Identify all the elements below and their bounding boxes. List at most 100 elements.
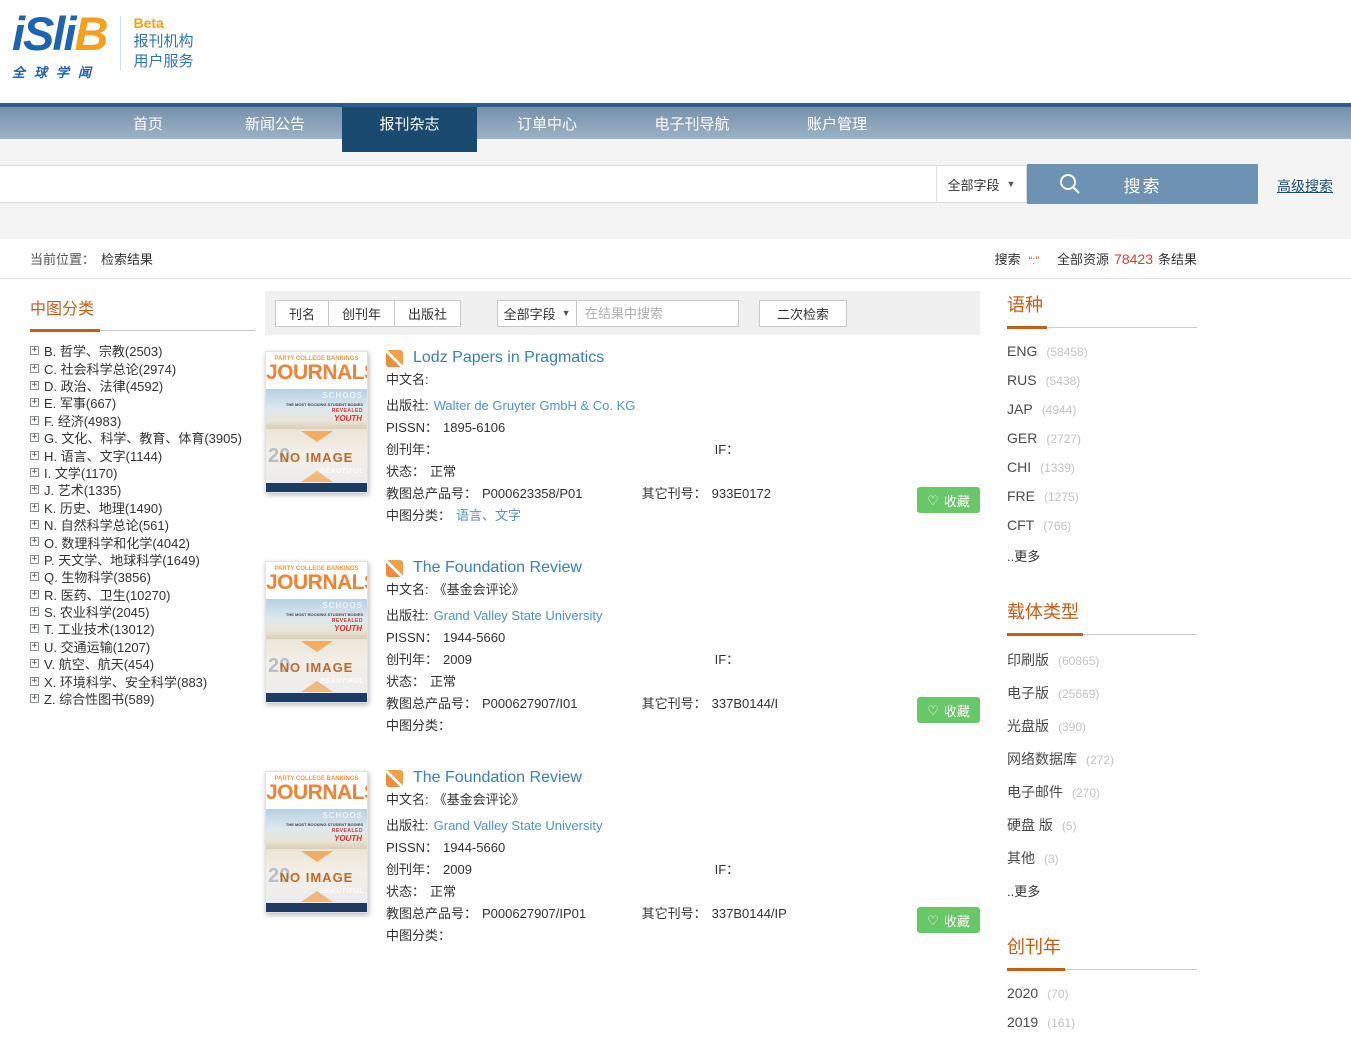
- facet-item[interactable]: 印刷版 (60865): [1007, 650, 1197, 670]
- facet-item[interactable]: ENG (58458): [1007, 343, 1197, 359]
- tree-expand-icon[interactable]: +: [30, 555, 39, 564]
- tree-expand-icon[interactable]: +: [30, 485, 39, 494]
- facet-more-link[interactable]: ..更多: [1007, 881, 1197, 900]
- clc-category-item[interactable]: + J. 艺术(1335): [30, 481, 255, 498]
- facet-item[interactable]: CHI (1339): [1007, 459, 1197, 475]
- site-logo[interactable]: iSliB 全球学闻: [12, 8, 106, 81]
- facet-item[interactable]: RUS (5438): [1007, 372, 1197, 388]
- clc-category-item[interactable]: + U. 交通运输(1207): [30, 638, 255, 655]
- facet-item[interactable]: 光盘版 (390): [1007, 716, 1197, 736]
- cover-text-schoos: SCHOOS: [322, 811, 363, 820]
- tree-expand-icon[interactable]: +: [30, 624, 39, 633]
- tagline-line1: 报刊机构: [133, 32, 193, 52]
- clc-category-item[interactable]: + P. 天文学、地球科学(1649): [30, 551, 255, 568]
- tree-expand-icon[interactable]: +: [30, 572, 39, 581]
- search-button[interactable]: 搜索: [1027, 164, 1258, 204]
- journal-cover-placeholder[interactable]: PARTY COLLEGE BANKINGS JOURNALS SCHOOS T…: [265, 771, 368, 913]
- publisher-link[interactable]: Grand Valley State University: [434, 608, 603, 623]
- clc-category-item[interactable]: + X. 环境科学、安全科学(883): [30, 672, 255, 689]
- facet-item[interactable]: FRE (1275): [1007, 488, 1197, 504]
- field-label: 中图分类：: [386, 508, 451, 523]
- main-nav: 首页新闻公告报刊杂志订单中心电子刊导航账户管理: [0, 103, 1351, 139]
- tree-expand-icon[interactable]: +: [30, 468, 39, 477]
- clc-category-item[interactable]: + E. 军事(667): [30, 394, 255, 411]
- advanced-search-link[interactable]: 高级搜索: [1277, 176, 1333, 196]
- nav-tab[interactable]: 账户管理: [767, 107, 907, 143]
- clc-category-item[interactable]: + B. 哲学、宗教(2503): [30, 342, 255, 359]
- refine-search-button[interactable]: 二次检索: [759, 300, 847, 327]
- clc-link[interactable]: 语言、文字: [456, 508, 521, 523]
- tree-expand-icon[interactable]: +: [30, 451, 39, 460]
- tree-expand-icon[interactable]: +: [30, 537, 39, 546]
- tree-expand-icon[interactable]: +: [30, 590, 39, 599]
- clc-category-item[interactable]: + Q. 生物科学(3856): [30, 568, 255, 585]
- tree-expand-icon[interactable]: +: [30, 520, 39, 529]
- facet-item[interactable]: 2020 (70): [1007, 985, 1197, 1001]
- clc-category-item[interactable]: + H. 语言、文字(1144): [30, 446, 255, 463]
- facet-item[interactable]: 网络数据库 (272): [1007, 749, 1197, 769]
- nav-tab[interactable]: 报刊杂志: [342, 107, 477, 152]
- tree-expand-icon[interactable]: +: [30, 607, 39, 616]
- clc-category-item[interactable]: + D. 政治、法律(4592): [30, 377, 255, 394]
- facet-more-link[interactable]: ..更多: [1007, 546, 1197, 565]
- facet-item[interactable]: CFT (766): [1007, 517, 1197, 533]
- search-field-select[interactable]: 全部字段 ▼: [936, 166, 1026, 202]
- facet-item[interactable]: 电子版 (25669): [1007, 683, 1197, 703]
- tree-expand-icon[interactable]: +: [30, 694, 39, 703]
- nav-tab[interactable]: 首页: [88, 107, 208, 143]
- clc-category-item[interactable]: + I. 文学(1170): [30, 464, 255, 481]
- clc-category-item[interactable]: + Z. 综合性图书(589): [30, 690, 255, 707]
- refine-field-select[interactable]: 全部字段 ▼: [497, 300, 577, 327]
- tree-expand-icon[interactable]: +: [30, 364, 39, 373]
- clc-category-item[interactable]: + R. 医药、卫生(10270): [30, 585, 255, 602]
- facet-item[interactable]: GER (2727): [1007, 430, 1197, 446]
- tree-expand-icon[interactable]: +: [30, 642, 39, 651]
- sort-by-year-button[interactable]: 创刊年: [328, 300, 395, 327]
- clc-category-item[interactable]: + V. 航空、航天(454): [30, 655, 255, 672]
- favorite-button[interactable]: ♡ 收藏: [917, 487, 980, 513]
- clc-category-item[interactable]: + N. 自然科学总论(561): [30, 516, 255, 533]
- sort-by-publisher-button[interactable]: 出版社: [394, 300, 461, 327]
- tree-expand-icon[interactable]: +: [30, 416, 39, 425]
- tree-expand-icon[interactable]: +: [30, 503, 39, 512]
- clc-category-label: N. 自然科学总论(561): [44, 515, 169, 534]
- tree-expand-icon[interactable]: +: [30, 433, 39, 442]
- nav-tab[interactable]: 新闻公告: [208, 107, 342, 143]
- facet-item[interactable]: 硬盘 版 (5): [1007, 815, 1197, 835]
- nav-tab[interactable]: 订单中心: [477, 107, 617, 143]
- tree-expand-icon[interactable]: +: [30, 677, 39, 686]
- refine-search-input[interactable]: [577, 300, 739, 327]
- tree-expand-icon[interactable]: +: [30, 381, 39, 390]
- search-input[interactable]: [0, 166, 936, 202]
- clc-category-item[interactable]: + T. 工业技术(13012): [30, 620, 255, 637]
- journal-title-link[interactable]: The Foundation Review: [413, 769, 582, 787]
- facet-item[interactable]: 电子邮件 (270): [1007, 782, 1197, 802]
- clc-category-item[interactable]: + K. 历史、地理(1490): [30, 499, 255, 516]
- tree-expand-icon[interactable]: +: [30, 659, 39, 668]
- clc-category-item[interactable]: + G. 文化、科学、教育、体育(3905): [30, 429, 255, 446]
- favorite-button[interactable]: ♡ 收藏: [917, 697, 980, 723]
- field-label: PISSN：: [386, 630, 438, 645]
- journal-cover-placeholder[interactable]: PARTY COLLEGE BANKINGS JOURNALS SCHOOS T…: [265, 561, 368, 703]
- field-value: 933E0172: [712, 486, 771, 501]
- sort-by-title-button[interactable]: 刊名: [275, 300, 329, 327]
- clc-category-item[interactable]: + S. 农业科学(2045): [30, 603, 255, 620]
- clc-category-item[interactable]: + F. 经济(4983): [30, 412, 255, 429]
- facet-item[interactable]: JAP (4944): [1007, 401, 1197, 417]
- facet-item[interactable]: 其他 (3): [1007, 848, 1197, 868]
- cover-text-journals: JOURNALS: [266, 362, 367, 384]
- journal-title-link[interactable]: The Foundation Review: [413, 559, 582, 577]
- publisher-link[interactable]: Walter de Gruyter GmbH & Co. KG: [434, 398, 636, 413]
- favorite-button[interactable]: ♡ 收藏: [917, 907, 980, 933]
- tree-expand-icon[interactable]: +: [30, 346, 39, 355]
- journal-title-link[interactable]: Lodz Papers in Pragmatics: [413, 349, 604, 367]
- publisher-link[interactable]: Grand Valley State University: [434, 818, 603, 833]
- clc-category-item[interactable]: + C. 社会科学总论(2974): [30, 359, 255, 376]
- content: 中图分类 + B. 哲学、宗教(2503) + C. 社会科学总论(2974) …: [0, 279, 1351, 1043]
- facet-item[interactable]: 2019 (161): [1007, 1014, 1197, 1030]
- clc-category-item[interactable]: + O. 数理科学和化学(4042): [30, 533, 255, 550]
- tree-expand-icon[interactable]: +: [30, 398, 39, 407]
- nav-tab[interactable]: 电子刊导航: [617, 107, 767, 143]
- journal-cover-placeholder[interactable]: PARTY COLLEGE BANKINGS JOURNALS SCHOOS T…: [265, 351, 368, 493]
- facet-title: 创刊年: [1007, 933, 1197, 970]
